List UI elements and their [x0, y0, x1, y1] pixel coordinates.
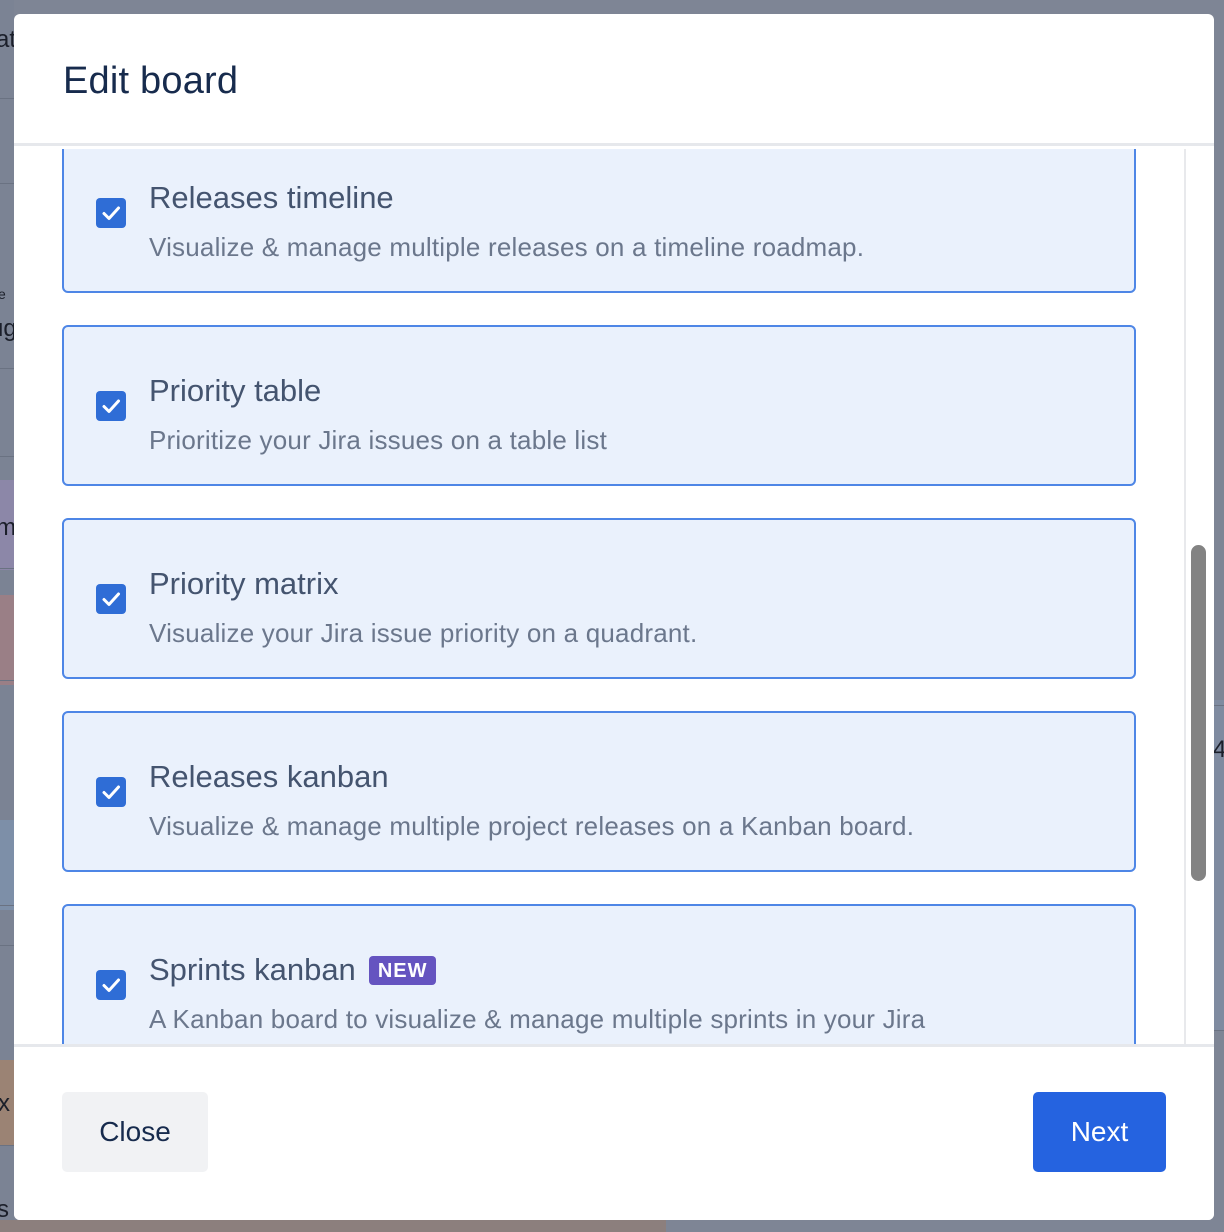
option-title-row: Sprints kanban NEW: [149, 952, 437, 988]
option-title: Priority table: [149, 373, 322, 408]
check-icon: [102, 592, 120, 606]
close-button[interactable]: Close: [62, 1092, 208, 1172]
background-text-fragment: x: [0, 1090, 10, 1117]
check-icon: [102, 206, 120, 220]
checkbox[interactable]: [96, 198, 126, 228]
modal-title: Edit board: [63, 60, 239, 102]
option-description: Visualize & manage multiple releases on …: [149, 232, 865, 262]
background-text-fragment: s: [0, 1196, 9, 1223]
modal-footer: Close Next: [14, 1044, 1214, 1220]
checkbox[interactable]: [96, 391, 126, 421]
background-text-fragment: 4: [1213, 736, 1224, 763]
scrollbar-thumb[interactable]: [1191, 545, 1206, 881]
option-description: Visualize & manage multiple project rele…: [149, 811, 915, 841]
checkbox[interactable]: [96, 970, 126, 1000]
edit-board-modal: Edit board Releases timeline Visualize &…: [14, 14, 1214, 1220]
option-description: Prioritize your Jira issues on a table l…: [149, 425, 608, 455]
option-title: Priority matrix: [149, 566, 339, 601]
check-icon: [102, 785, 120, 799]
option-card-priority-matrix[interactable]: Priority matrix Visualize your Jira issu…: [62, 518, 1136, 679]
option-description: Visualize your Jira issue priority on a …: [149, 618, 698, 648]
check-icon: [102, 399, 120, 413]
option-card-releases-kanban[interactable]: Releases kanban Visualize & manage multi…: [62, 711, 1136, 872]
modal-header: Edit board: [14, 14, 1214, 146]
checkbox[interactable]: [96, 584, 126, 614]
background-text-fragment: e: [0, 286, 6, 302]
option-card-sprints-kanban[interactable]: Sprints kanban NEW A Kanban board to vis…: [62, 904, 1136, 1044]
option-card-priority-table[interactable]: Priority table Prioritize your Jira issu…: [62, 325, 1136, 486]
board-options-list: Releases timeline Visualize & manage mul…: [62, 149, 1136, 1044]
check-icon: [102, 978, 120, 992]
option-title: Releases kanban: [149, 759, 389, 794]
modal-body[interactable]: Releases timeline Visualize & manage mul…: [14, 149, 1214, 1044]
next-button[interactable]: Next: [1033, 1092, 1166, 1172]
option-title: Releases timeline: [149, 180, 394, 215]
option-title: Sprints kanban: [149, 952, 356, 987]
option-card-releases-timeline[interactable]: Releases timeline Visualize & manage mul…: [62, 149, 1136, 293]
checkbox[interactable]: [96, 777, 126, 807]
new-badge: NEW: [368, 955, 437, 985]
option-description: A Kanban board to visualize & manage mul…: [149, 1004, 926, 1034]
